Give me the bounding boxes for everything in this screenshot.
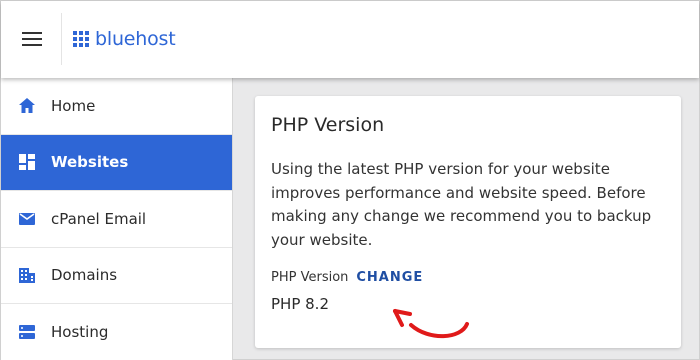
top-bar: bluehost: [1, 1, 699, 78]
dashboard-icon: [17, 152, 37, 172]
sidebar-item-websites[interactable]: Websites: [1, 134, 232, 191]
sidebar-item-label: Home: [51, 96, 96, 115]
card-description: Using the latest PHP version for your we…: [271, 160, 652, 249]
sidebar-item-home[interactable]: Home: [1, 78, 232, 135]
annotation-arrow-icon: [393, 309, 469, 339]
sidebar-item-hosting[interactable]: Hosting: [1, 304, 232, 360]
logo-grid-icon: [73, 31, 89, 47]
home-icon: [17, 96, 37, 116]
change-button[interactable]: CHANGE: [356, 270, 423, 285]
sidebar-item-label: Websites: [51, 153, 129, 172]
php-version-label: PHP Version: [271, 270, 349, 285]
sidebar-item-label: cPanel Email: [51, 209, 147, 228]
sidebar-item-label: Hosting: [51, 323, 109, 342]
mail-icon: [17, 209, 37, 229]
php-version-row: PHP Version CHANGE: [271, 270, 665, 285]
building-icon: [17, 265, 37, 285]
sidebar-item-cpanel-email[interactable]: cPanel Email: [1, 191, 232, 248]
logo-text: bluehost: [95, 28, 176, 50]
hamburger-menu-icon[interactable]: [22, 32, 42, 46]
server-icon: [17, 322, 37, 342]
divider: [61, 13, 62, 65]
logo[interactable]: bluehost: [73, 28, 176, 50]
sidebar-item-domains[interactable]: Domains: [1, 248, 232, 304]
sidebar: Home Websites cPanel Email Domains Hosti…: [1, 78, 233, 360]
sidebar-item-label: Domains: [51, 266, 118, 285]
card-title: PHP Version: [271, 114, 385, 136]
